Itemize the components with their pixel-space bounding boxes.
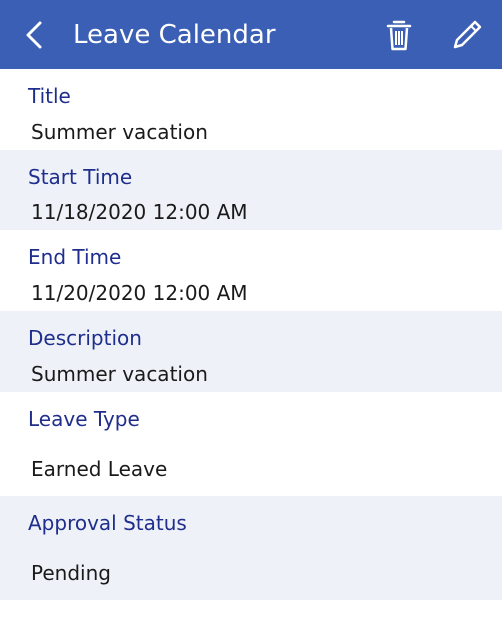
- title-field: Title Summer vacation: [0, 69, 502, 150]
- leave-detail-screen: Leave Calendar Title Summer vacation Sta…: [0, 0, 502, 620]
- start-time-field: Start Time 11/18/2020 12:00 AM: [0, 150, 502, 230]
- description-value: Summer vacation: [31, 362, 208, 386]
- description-label: Description: [28, 326, 142, 350]
- approval-status-value: Pending: [31, 561, 111, 585]
- app-header: Leave Calendar: [0, 0, 502, 69]
- leave-type-label: Leave Type: [28, 407, 140, 431]
- back-button[interactable]: [18, 16, 54, 54]
- title-label: Title: [28, 84, 71, 108]
- approval-status-field: Approval Status Pending: [0, 496, 502, 600]
- end-time-field: End Time 11/20/2020 12:00 AM: [0, 230, 502, 311]
- start-time-value: 11/18/2020 12:00 AM: [31, 200, 248, 224]
- trash-icon: [381, 16, 417, 54]
- start-time-label: Start Time: [28, 165, 133, 189]
- leave-type-value: Earned Leave: [31, 457, 168, 481]
- chevron-left-icon: [18, 16, 54, 54]
- end-time-value: 11/20/2020 12:00 AM: [31, 281, 248, 305]
- page-title: Leave Calendar: [73, 20, 276, 50]
- leave-type-field: Leave Type Earned Leave: [0, 392, 502, 496]
- title-value: Summer vacation: [31, 120, 208, 144]
- end-time-label: End Time: [28, 245, 122, 269]
- delete-button[interactable]: [381, 16, 417, 54]
- pencil-icon: [449, 16, 485, 54]
- edit-button[interactable]: [449, 16, 485, 54]
- description-field: Description Summer vacation: [0, 311, 502, 392]
- approval-status-label: Approval Status: [28, 511, 187, 535]
